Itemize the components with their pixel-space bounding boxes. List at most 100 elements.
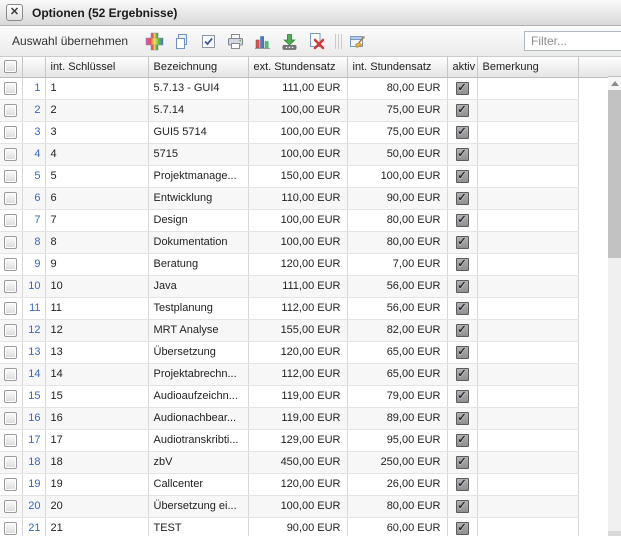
row-number[interactable]: 11 bbox=[22, 297, 45, 319]
table-row[interactable]: 7 7 Design 100,00 EUR 80,00 EUR ✓ bbox=[0, 209, 608, 231]
column-header-select-all[interactable] bbox=[0, 57, 22, 77]
print-icon[interactable] bbox=[225, 31, 245, 51]
copy-icon[interactable] bbox=[171, 31, 191, 51]
add-columns-icon[interactable] bbox=[144, 31, 164, 51]
row-number[interactable]: 17 bbox=[22, 429, 45, 451]
table-row[interactable]: 19 19 Callcenter 120,00 EUR 26,00 EUR ✓ bbox=[0, 473, 608, 495]
aktiv-checkbox[interactable]: ✓ bbox=[456, 522, 469, 535]
row-number[interactable]: 6 bbox=[22, 187, 45, 209]
aktiv-checkbox[interactable]: ✓ bbox=[456, 412, 469, 425]
scrollbar-thumb[interactable] bbox=[608, 90, 621, 258]
row-number[interactable]: 20 bbox=[22, 495, 45, 517]
table-row[interactable]: 16 16 Audionachbear... 119,00 EUR 89,00 … bbox=[0, 407, 608, 429]
aktiv-checkbox[interactable]: ✓ bbox=[456, 324, 469, 337]
table-row[interactable]: 10 10 Java 111,00 EUR 56,00 EUR ✓ bbox=[0, 275, 608, 297]
row-select-checkbox[interactable] bbox=[4, 500, 17, 513]
select-checkbox-icon[interactable] bbox=[198, 31, 218, 51]
table-row[interactable]: 3 3 GUI5 5714 100,00 EUR 75,00 EUR ✓ bbox=[0, 121, 608, 143]
row-number[interactable]: 8 bbox=[22, 231, 45, 253]
aktiv-checkbox[interactable]: ✓ bbox=[456, 478, 469, 491]
table-row[interactable]: 4 4 5715 100,00 EUR 50,00 EUR ✓ bbox=[0, 143, 608, 165]
aktiv-checkbox[interactable]: ✓ bbox=[456, 258, 469, 271]
row-number[interactable]: 14 bbox=[22, 363, 45, 385]
bar-chart-icon[interactable] bbox=[252, 31, 272, 51]
aktiv-checkbox[interactable]: ✓ bbox=[456, 456, 469, 469]
row-select-checkbox[interactable] bbox=[4, 126, 17, 139]
row-number[interactable]: 1 bbox=[22, 77, 45, 99]
row-select-checkbox[interactable] bbox=[4, 368, 17, 381]
row-select-checkbox[interactable] bbox=[4, 192, 17, 205]
aktiv-checkbox[interactable]: ✓ bbox=[456, 368, 469, 381]
apply-selection-button[interactable]: Auswahl übernehmen bbox=[12, 34, 128, 48]
row-number[interactable]: 19 bbox=[22, 473, 45, 495]
table-row[interactable]: 2 2 5.7.14 100,00 EUR 75,00 EUR ✓ bbox=[0, 99, 608, 121]
table-row[interactable]: 14 14 Projektabrechn... 112,00 EUR 65,00… bbox=[0, 363, 608, 385]
row-number[interactable]: 18 bbox=[22, 451, 45, 473]
column-header-bezeichnung[interactable]: Bezeichnung bbox=[148, 57, 248, 77]
aktiv-checkbox[interactable]: ✓ bbox=[456, 170, 469, 183]
close-button[interactable]: ✕ bbox=[6, 4, 23, 21]
row-number[interactable]: 3 bbox=[22, 121, 45, 143]
aktiv-checkbox[interactable]: ✓ bbox=[456, 126, 469, 139]
row-select-checkbox[interactable] bbox=[4, 170, 17, 183]
row-select-checkbox[interactable] bbox=[4, 324, 17, 337]
table-row[interactable]: 17 17 Audiotranskribti... 129,00 EUR 95,… bbox=[0, 429, 608, 451]
column-header-int-stundensatz[interactable]: int. Stundensatz bbox=[347, 57, 447, 77]
column-header-bemerkung[interactable]: Bemerkung bbox=[477, 57, 578, 77]
row-select-checkbox[interactable] bbox=[4, 148, 17, 161]
aktiv-checkbox[interactable]: ✓ bbox=[456, 390, 469, 403]
aktiv-checkbox[interactable]: ✓ bbox=[456, 104, 469, 117]
aktiv-checkbox[interactable]: ✓ bbox=[456, 434, 469, 447]
row-select-checkbox[interactable] bbox=[4, 236, 17, 249]
row-select-checkbox[interactable] bbox=[4, 522, 17, 535]
row-number[interactable]: 15 bbox=[22, 385, 45, 407]
aktiv-checkbox[interactable]: ✓ bbox=[456, 148, 469, 161]
row-number[interactable]: 16 bbox=[22, 407, 45, 429]
table-row[interactable]: 20 20 Übersetzung ei... 100,00 EUR 80,00… bbox=[0, 495, 608, 517]
export-download-icon[interactable] bbox=[279, 31, 299, 51]
row-number[interactable]: 13 bbox=[22, 341, 45, 363]
column-header-int-schluessel[interactable]: int. Schlüssel bbox=[45, 57, 148, 77]
aktiv-checkbox[interactable]: ✓ bbox=[456, 302, 469, 315]
row-select-checkbox[interactable] bbox=[4, 478, 17, 491]
row-number[interactable]: 21 bbox=[22, 517, 45, 536]
row-number[interactable]: 4 bbox=[22, 143, 45, 165]
aktiv-checkbox[interactable]: ✓ bbox=[456, 192, 469, 205]
table-row[interactable]: 18 18 zbV 450,00 EUR 250,00 EUR ✓ bbox=[0, 451, 608, 473]
row-select-checkbox[interactable] bbox=[4, 390, 17, 403]
row-select-checkbox[interactable] bbox=[4, 280, 17, 293]
row-select-checkbox[interactable] bbox=[4, 82, 17, 95]
row-number[interactable]: 9 bbox=[22, 253, 45, 275]
row-select-checkbox[interactable] bbox=[4, 258, 17, 271]
table-row[interactable]: 5 5 Projektmanage... 150,00 EUR 100,00 E… bbox=[0, 165, 608, 187]
table-row[interactable]: 11 11 Testplanung 112,00 EUR 56,00 EUR ✓ bbox=[0, 297, 608, 319]
table-row[interactable]: 21 21 TEST 90,00 EUR 60,00 EUR ✓ bbox=[0, 517, 608, 536]
row-number[interactable]: 5 bbox=[22, 165, 45, 187]
row-number[interactable]: 7 bbox=[22, 209, 45, 231]
table-row[interactable]: 12 12 MRT Analyse 155,00 EUR 82,00 EUR ✓ bbox=[0, 319, 608, 341]
aktiv-checkbox[interactable]: ✓ bbox=[456, 346, 469, 359]
vertical-scrollbar[interactable] bbox=[608, 77, 621, 536]
table-row[interactable]: 15 15 Audioaufzeichn... 119,00 EUR 79,00… bbox=[0, 385, 608, 407]
column-header-aktiv[interactable]: aktiv bbox=[447, 57, 477, 77]
row-number[interactable]: 12 bbox=[22, 319, 45, 341]
table-row[interactable]: 8 8 Dokumentation 100,00 EUR 80,00 EUR ✓ bbox=[0, 231, 608, 253]
row-number[interactable]: 10 bbox=[22, 275, 45, 297]
row-select-checkbox[interactable] bbox=[4, 302, 17, 315]
column-header-rownum[interactable] bbox=[22, 57, 45, 77]
aktiv-checkbox[interactable]: ✓ bbox=[456, 280, 469, 293]
table-row[interactable]: 13 13 Übersetzung 120,00 EUR 65,00 EUR ✓ bbox=[0, 341, 608, 363]
aktiv-checkbox[interactable]: ✓ bbox=[456, 500, 469, 513]
table-row[interactable]: 6 6 Entwicklung 110,00 EUR 90,00 EUR ✓ bbox=[0, 187, 608, 209]
table-row[interactable]: 9 9 Beratung 120,00 EUR 7,00 EUR ✓ bbox=[0, 253, 608, 275]
scroll-up-button[interactable] bbox=[608, 77, 621, 90]
delete-result-icon[interactable] bbox=[306, 31, 326, 51]
filter-input[interactable] bbox=[524, 31, 621, 51]
aktiv-checkbox[interactable]: ✓ bbox=[456, 236, 469, 249]
row-select-checkbox[interactable] bbox=[4, 214, 17, 227]
row-number[interactable]: 2 bbox=[22, 99, 45, 121]
select-all-checkbox[interactable] bbox=[4, 60, 17, 73]
row-select-checkbox[interactable] bbox=[4, 456, 17, 469]
table-row[interactable]: 1 1 5.7.13 - GUI4 111,00 EUR 80,00 EUR ✓ bbox=[0, 77, 608, 99]
aktiv-checkbox[interactable]: ✓ bbox=[456, 214, 469, 227]
